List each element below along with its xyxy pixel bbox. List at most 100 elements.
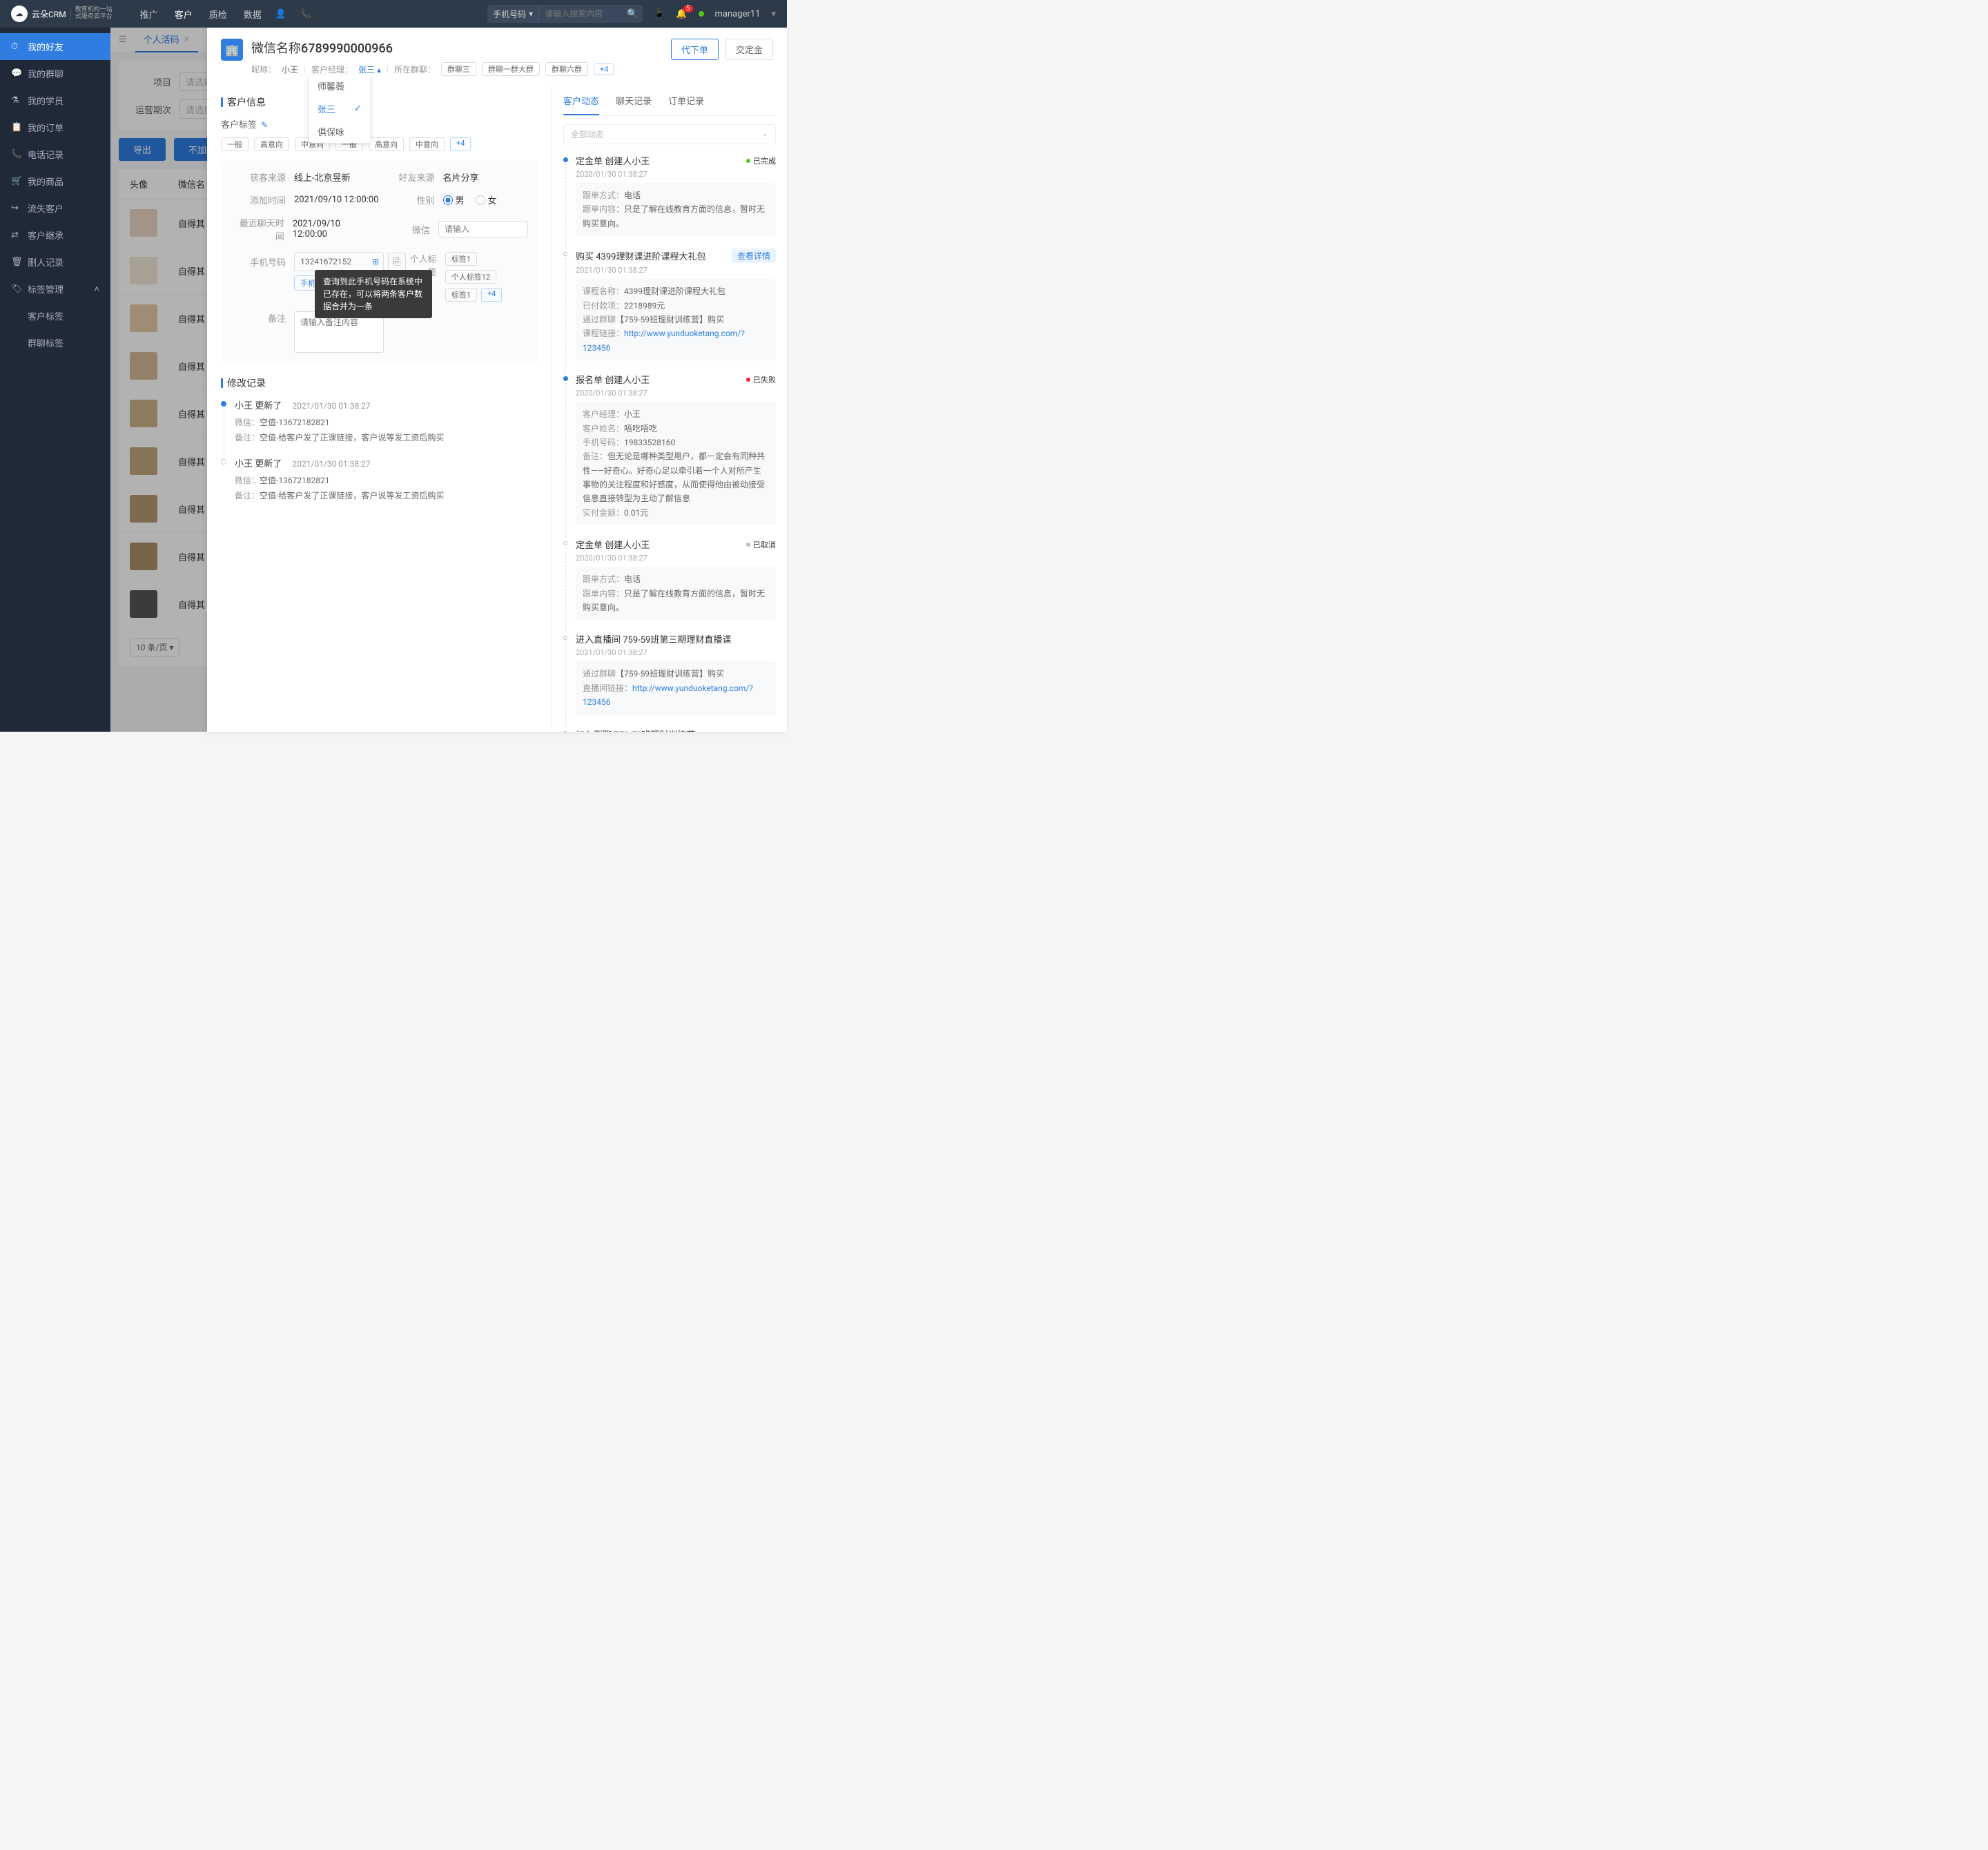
search-box: 手机号码▾ 🔍 xyxy=(487,5,643,23)
sidebar-item-groups[interactable]: 💬我的群聊 xyxy=(0,60,110,87)
activity-card: 跟单方式：电话跟单内容：只是了解在线教育方面的信息，暂时无购买意向。 xyxy=(576,567,776,620)
list-icon: 📋 xyxy=(11,122,21,133)
tag[interactable]: 中意向 xyxy=(409,137,445,151)
nickname: 小王 xyxy=(282,64,298,75)
phone-exists-tooltip: 查询到此手机号码在系统中已存在，可以将两条客户数据合并为一条 xyxy=(315,270,432,318)
clock-icon: ⏱ xyxy=(11,41,21,52)
group-chip[interactable]: 群聊六群 xyxy=(545,62,588,76)
chevron-up-icon: ▴ xyxy=(377,65,381,75)
chevron-down-icon: ▾ xyxy=(529,9,533,19)
personal-tag-more[interactable]: +4 xyxy=(481,288,502,302)
sidebar-sub-group-tags[interactable]: 群聊标签 xyxy=(0,329,110,356)
sidebar-item-calls[interactable]: 📞电话记录 xyxy=(0,141,110,168)
sidebar: ⏱我的好友 💬我的群聊 ⚗我的学员 📋我的订单 📞电话记录 🛒我的商品 ↪流失客… xyxy=(0,28,110,732)
sidebar-item-products[interactable]: 🛒我的商品 xyxy=(0,168,110,195)
nav-data[interactable]: 数据 xyxy=(244,8,262,21)
chat-icon: 💬 xyxy=(11,68,21,79)
activity-date: 2020/01/30 01:38:27 xyxy=(576,389,776,398)
sidebar-item-friends[interactable]: ⏱我的好友 xyxy=(0,33,110,60)
proxy-order-button[interactable]: 代下单 xyxy=(671,39,719,60)
activity-title: 购买 4399理财课进阶课程大礼包 xyxy=(576,249,705,262)
activity-title: 定金单 创建人小王 xyxy=(576,538,650,551)
personal-tag[interactable]: 个人标签12 xyxy=(445,270,496,284)
sidebar-item-orders[interactable]: 📋我的订单 xyxy=(0,114,110,141)
activity-title: 进入直播间 759-59班第三期理财直播课 xyxy=(576,632,731,645)
logo: ☁ 云朵CRM 教育机构一站式服务云平台 xyxy=(11,6,113,22)
gender-male-radio[interactable]: 男 xyxy=(443,193,465,206)
sidebar-item-deleted[interactable]: 🗑删人记录 xyxy=(0,249,110,275)
rtab-chat[interactable]: 聊天记录 xyxy=(616,94,652,115)
trash-icon: 🗑 xyxy=(11,257,21,267)
copy-icon[interactable]: ⎘ xyxy=(388,253,406,271)
tag-more[interactable]: +4 xyxy=(450,137,471,151)
personal-tag[interactable]: 标签1 xyxy=(445,288,477,302)
activity-dot xyxy=(563,157,568,162)
sidebar-item-lost[interactable]: ↪流失客户 xyxy=(0,195,110,222)
tag[interactable]: 一般 xyxy=(221,137,248,151)
activity-status: 已完成 xyxy=(746,155,776,166)
dropdown-option-selected[interactable]: 张三✓ xyxy=(309,97,370,120)
activity-dot xyxy=(563,636,567,640)
search-input[interactable] xyxy=(539,9,622,19)
activity-card: 通过群聊【759-59班理财训练营】购买直播间链接：http://www.yun… xyxy=(576,661,776,714)
activity-item: 进入直播间 759-59班第三期理财直播课 2021/01/30 01:38:2… xyxy=(563,632,776,714)
mod-record-item: 小王 更新了 2021/01/30 01:38:27 微信：空值-1367218… xyxy=(235,398,538,456)
wechat-input[interactable] xyxy=(438,221,528,237)
group-more[interactable]: +4 xyxy=(594,64,614,75)
personal-tag[interactable]: 标签1 xyxy=(445,252,477,266)
group-chip[interactable]: 群聊三 xyxy=(441,62,476,76)
phone-input[interactable]: 13241672152⊞ xyxy=(294,252,384,271)
view-details-link[interactable]: 查看详情 xyxy=(732,249,776,263)
sidebar-item-tags[interactable]: 🏷标签管理˄ xyxy=(0,275,110,302)
user-icon[interactable]: 👤 xyxy=(275,9,286,19)
chevron-down-icon[interactable]: ▾ xyxy=(771,9,776,19)
info-grid: 获客来源线上-北京昱新 好友来源名片分享 添加时间2021/09/10 12:0… xyxy=(221,161,538,362)
search-type-select[interactable]: 手机号码▾ xyxy=(487,5,539,23)
arrow-icon: ↪ xyxy=(11,203,21,213)
mobile-icon[interactable]: 📱 xyxy=(654,9,665,19)
edit-icon[interactable]: ✎ xyxy=(261,120,268,130)
logo-subtitle: 教育机构一站式服务云平台 xyxy=(70,7,113,21)
activity-item: 购买 4399理财课进阶课程大礼包查看详情 2021/01/30 01:38:2… xyxy=(563,249,776,360)
tag-label: 客户标签 xyxy=(221,120,257,130)
customer-title: 微信名称6789990000966 xyxy=(251,39,614,57)
check-icon: ✓ xyxy=(354,104,362,114)
rtab-orders[interactable]: 订单记录 xyxy=(668,94,704,115)
bell-icon[interactable]: 🔔5 xyxy=(676,9,687,19)
top-nav: 推广 客户 质检 数据 xyxy=(140,8,262,21)
rtab-activity[interactable]: 客户动态 xyxy=(563,94,599,115)
section-customer-info: 客户信息 xyxy=(227,95,266,109)
activity-dot xyxy=(563,731,567,732)
sidebar-item-students[interactable]: ⚗我的学员 xyxy=(0,87,110,114)
sidebar-sub-customer-tags[interactable]: 客户标签 xyxy=(0,302,110,329)
phone-icon[interactable]: 📞 xyxy=(300,9,311,19)
customer-type-icon: 🏢 xyxy=(221,39,243,61)
activity-card: 跟单方式：电话跟单内容：只是了解在线教育方面的信息，暂时无购买意向。 xyxy=(576,183,776,236)
gender-female-radio[interactable]: 女 xyxy=(476,193,497,206)
group-chip[interactable]: 群聊一群大群 xyxy=(482,62,540,76)
deposit-button[interactable]: 交定金 xyxy=(725,39,773,60)
last-chat: 2021/09/10 12:00:00 xyxy=(293,219,375,240)
activity-item: 加入群聊 759-59班理财训练营 2021/01/30 01:38:27 入群… xyxy=(563,728,776,732)
flask-icon: ⚗ xyxy=(11,95,21,106)
nav-customer[interactable]: 客户 xyxy=(175,8,193,21)
tag[interactable]: 高意向 xyxy=(254,137,289,151)
nav-qc[interactable]: 质检 xyxy=(209,8,227,21)
sidebar-item-inherit[interactable]: ⇄客户继承 xyxy=(0,222,110,249)
manager-select[interactable]: 张三 ▴ xyxy=(358,64,381,75)
cart-icon: 🛒 xyxy=(11,176,21,186)
search-icon[interactable]: 🔍 xyxy=(622,9,643,19)
chevron-down-icon: ⌄ xyxy=(761,128,768,140)
username[interactable]: manager11 xyxy=(715,9,761,19)
nav-promo[interactable]: 推广 xyxy=(140,8,158,21)
logo-icon: ☁ xyxy=(11,6,28,22)
status-indicator xyxy=(699,11,704,17)
tag-icon: 🏷 xyxy=(11,284,21,294)
dropdown-option[interactable]: 师馨薇 xyxy=(309,75,370,97)
dropdown-option[interactable]: 俱保咏 xyxy=(309,120,370,143)
merge-icon[interactable]: ⊞ xyxy=(372,257,379,266)
right-tabs: 客户动态 聊天记录 订单记录 xyxy=(563,87,776,116)
activity-filter[interactable]: 全部动态⌄ xyxy=(563,124,776,144)
tag[interactable]: 高意向 xyxy=(369,137,404,151)
friend-source: 名片分享 xyxy=(443,171,479,184)
